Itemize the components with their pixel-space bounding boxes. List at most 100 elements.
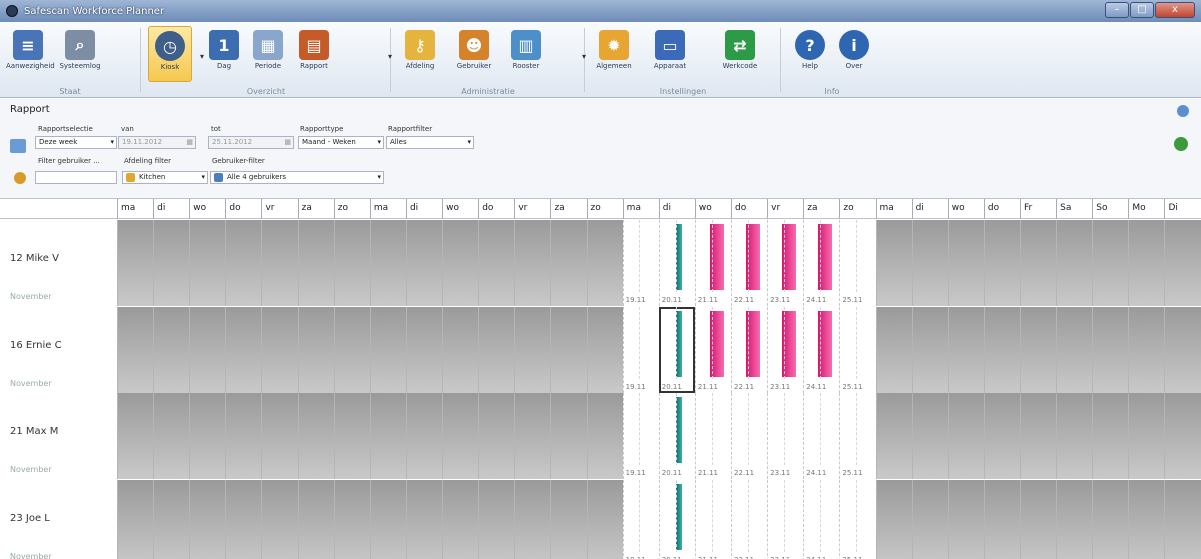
day-cell[interactable]: 01.12 <box>1056 393 1093 479</box>
help-button[interactable]: ? Help <box>788 26 832 82</box>
day-cell[interactable]: 27.11 <box>911 393 948 479</box>
day-cell[interactable]: 19.11 <box>622 306 659 393</box>
afdeling-filter-select[interactable]: Kitchen ▾ <box>122 171 208 184</box>
day-cell[interactable]: 14.11 <box>442 393 479 479</box>
minimize-button[interactable]: – <box>1105 2 1129 18</box>
day-cell[interactable]: 16.11 <box>261 479 298 559</box>
day-cell[interactable]: 16.11 <box>514 220 551 306</box>
day-cell[interactable]: 12.11 <box>369 479 406 559</box>
attendance-bar[interactable] <box>675 310 682 377</box>
day-cell[interactable]: 15.11 <box>225 479 262 559</box>
kiosk-button[interactable]: ◷ Kiosk <box>148 26 192 82</box>
day-cell[interactable]: 28.11 <box>947 220 984 306</box>
day-cell[interactable]: 14.11 <box>442 306 479 393</box>
tot-date-field[interactable]: 25.11.2012 ▦ <box>208 136 294 149</box>
employee-row[interactable]: 21 Max M November 12.11 13.11 14.11 15.11 16.1… <box>0 393 1201 479</box>
day-cell[interactable]: 13.11 <box>405 393 443 479</box>
day-cell[interactable]: 13.11 <box>153 479 190 559</box>
day-cell[interactable]: 17.11 <box>297 220 334 306</box>
periode-button[interactable]: ▦ Periode <box>246 26 290 82</box>
day-cell[interactable]: 20.11 <box>658 479 695 559</box>
day-cell[interactable]: 22.11 <box>731 306 768 393</box>
schedule-bar[interactable] <box>782 310 797 377</box>
schedule-bar[interactable] <box>782 224 797 290</box>
gebruiker-button[interactable]: ☻ Gebruiker <box>452 26 496 82</box>
afdeling-button[interactable]: ⚷ Afdeling <box>398 26 442 82</box>
day-cell[interactable]: 29.11 <box>983 220 1020 306</box>
day-cell[interactable]: 28.11 <box>947 393 984 479</box>
day-cell[interactable]: 04.12 <box>1164 220 1201 306</box>
day-cell[interactable]: 03.12 <box>1128 306 1165 393</box>
rooster-dropdown-arrow-icon[interactable]: ▾ <box>582 52 586 61</box>
day-cell[interactable]: 12.11 <box>369 306 406 393</box>
day-cell[interactable]: 12.11 <box>117 306 154 393</box>
day-cell[interactable]: 14.11 <box>189 306 226 393</box>
day-cell[interactable]: 16.11 <box>514 479 551 559</box>
day-cell[interactable]: 16.11 <box>514 306 551 393</box>
attendance-bar[interactable] <box>675 224 682 290</box>
day-cell[interactable]: 26.11 <box>875 220 912 306</box>
day-cell[interactable]: 22.11 <box>731 393 768 479</box>
day-cell[interactable]: 20.11 <box>658 306 695 393</box>
day-cell[interactable]: 26.11 <box>875 393 912 479</box>
day-cell[interactable]: 23.11 <box>767 306 804 393</box>
day-cell[interactable]: 14.11 <box>442 479 479 559</box>
schedule-bar[interactable] <box>746 224 761 290</box>
schedule-bar[interactable] <box>709 224 724 290</box>
day-cell[interactable]: 13.11 <box>153 220 190 306</box>
schedule-bar[interactable] <box>818 310 833 377</box>
day-cell[interactable]: 24.11 <box>803 220 840 306</box>
day-cell[interactable]: 13.11 <box>153 393 190 479</box>
day-cell[interactable]: 14.11 <box>442 220 479 306</box>
day-cell[interactable]: 15.11 <box>478 220 515 306</box>
day-cell[interactable]: 02.12 <box>1092 479 1129 559</box>
day-cell[interactable]: 13.11 <box>153 306 190 393</box>
employee-row[interactable]: 12 Mike V November 12.11 13.11 14.11 15.11 16.… <box>0 220 1201 306</box>
day-cell[interactable]: 12.11 <box>117 220 154 306</box>
day-cell[interactable]: 26.11 <box>875 306 912 393</box>
day-cell[interactable]: 22.11 <box>731 220 768 306</box>
day-cell[interactable]: 23.11 <box>767 220 804 306</box>
close-button[interactable]: x <box>1155 2 1195 18</box>
day-cell[interactable]: 19.11 <box>622 220 659 306</box>
day-cell[interactable]: 21.11 <box>694 306 732 393</box>
day-cell[interactable]: 04.12 <box>1164 479 1201 559</box>
day-cell[interactable]: 04.12 <box>1164 393 1201 479</box>
refresh-icon[interactable] <box>1174 137 1188 151</box>
day-cell[interactable]: 13.11 <box>405 479 443 559</box>
day-cell[interactable]: 18.11 <box>333 393 370 479</box>
day-cell[interactable]: 18.11 <box>333 306 370 393</box>
day-cell[interactable]: 02.12 <box>1092 306 1129 393</box>
over-button[interactable]: i Over <box>832 26 876 82</box>
day-cell[interactable]: 20.11 <box>658 393 695 479</box>
day-cell[interactable]: 19.11 <box>622 479 659 559</box>
day-cell[interactable]: 25.11 <box>839 479 876 559</box>
day-cell[interactable]: 17.11 <box>297 393 334 479</box>
van-date-field[interactable]: 19.11.2012 ▦ <box>118 136 196 149</box>
day-cell[interactable]: 01.12 <box>1056 479 1093 559</box>
day-cell[interactable]: 17.11 <box>550 479 587 559</box>
day-cell[interactable]: 19.11 <box>622 393 659 479</box>
day-cell[interactable]: 18.11 <box>586 306 623 393</box>
day-cell[interactable]: 14.11 <box>189 220 226 306</box>
attendance-bar[interactable] <box>675 397 682 463</box>
attendance-bar[interactable] <box>675 483 682 550</box>
day-cell[interactable]: 15.11 <box>225 220 262 306</box>
day-cell[interactable]: 15.11 <box>478 393 515 479</box>
day-cell[interactable]: 21.11 <box>694 393 732 479</box>
apparaat-button[interactable]: ▭ Apparaat <box>648 26 692 82</box>
day-cell[interactable]: 14.11 <box>189 479 226 559</box>
day-cell[interactable]: 30.11 <box>1020 220 1057 306</box>
day-cell[interactable]: 17.11 <box>297 306 334 393</box>
day-cell[interactable]: 21.11 <box>694 220 732 306</box>
day-cell[interactable]: 25.11 <box>839 220 876 306</box>
day-cell[interactable]: 12.11 <box>369 220 406 306</box>
day-cell[interactable]: 24.11 <box>803 479 840 559</box>
day-cell[interactable]: 15.11 <box>478 306 515 393</box>
day-cell[interactable]: 30.11 <box>1020 393 1057 479</box>
day-cell[interactable]: 16.11 <box>514 393 551 479</box>
day-cell[interactable]: 17.11 <box>297 479 334 559</box>
day-cell[interactable]: 29.11 <box>983 393 1020 479</box>
day-cell[interactable]: 17.11 <box>550 393 587 479</box>
day-cell[interactable]: 28.11 <box>947 306 984 393</box>
